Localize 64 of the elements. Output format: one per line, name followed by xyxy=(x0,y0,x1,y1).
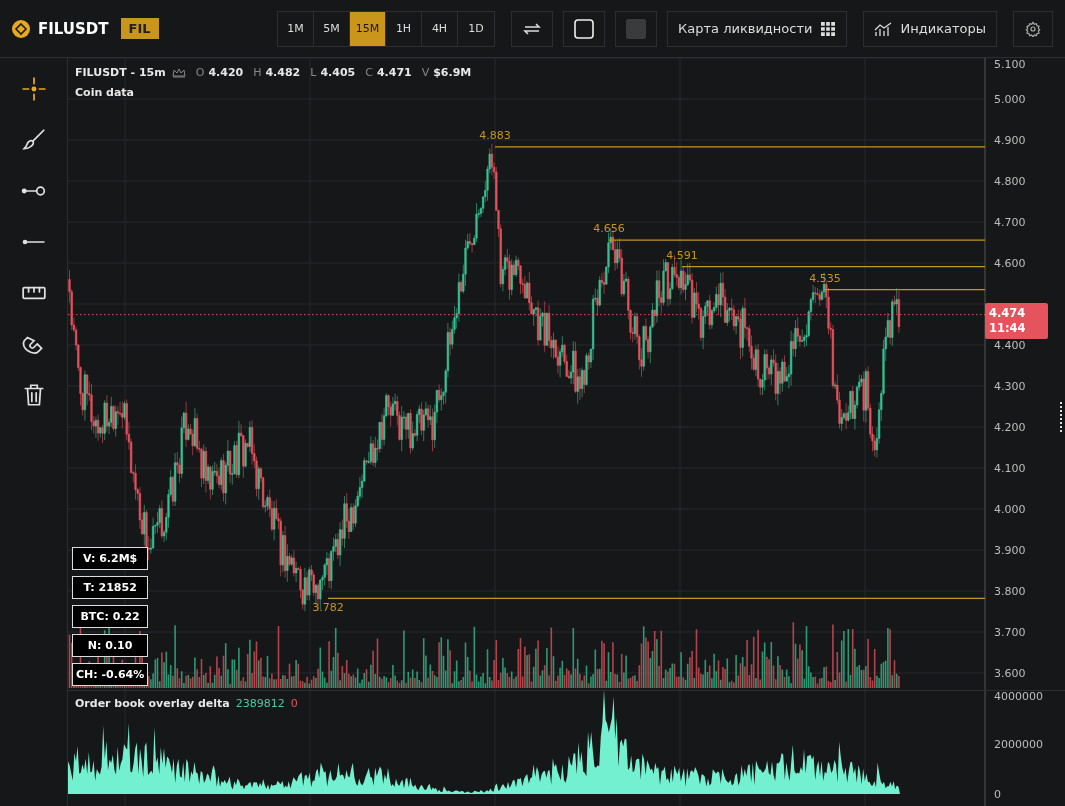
ohlc-value: 4.482 xyxy=(265,66,301,79)
price-axis-label: 3.900 xyxy=(994,544,1026,557)
delta-positive-value: 2389812 xyxy=(235,697,285,710)
symbol-name: FILUSDT xyxy=(38,19,109,38)
coin-data-label: Coin data xyxy=(75,86,136,99)
ohlc-value: 4.420 xyxy=(208,66,244,79)
price-level-label: 4.883 xyxy=(479,128,511,142)
resize-handle-icon[interactable] xyxy=(1060,402,1062,432)
price-axis-label: 4.900 xyxy=(994,134,1026,147)
horizontal-line-icon xyxy=(20,238,47,246)
settings-button[interactable] xyxy=(1013,10,1053,47)
last-price-tag: 4.474 11:44 xyxy=(985,303,1048,339)
indicators-button[interactable]: Индикаторы xyxy=(863,10,997,47)
price-axis-label: 3.700 xyxy=(994,626,1026,639)
price-axis-label: 5.000 xyxy=(994,93,1026,106)
settings-icon xyxy=(1025,20,1041,37)
price-axis-label: 4.600 xyxy=(994,257,1026,270)
stat-box: T: 21852 xyxy=(72,576,149,599)
stat-box: BTC: 0.22 xyxy=(72,605,149,628)
crown-icon xyxy=(171,66,186,79)
delta-title: Order book overlay delta xyxy=(75,697,230,710)
delta-axis-label: 4000000 xyxy=(994,691,1043,703)
square-filled-icon xyxy=(626,18,646,39)
square-outline-icon xyxy=(574,18,594,39)
coin-logo-icon xyxy=(12,19,30,38)
chart-line-icon xyxy=(874,20,893,37)
ohlc-key: V xyxy=(421,66,430,79)
stat-box: CH: -0.64% xyxy=(72,663,149,686)
price-axis-label: 3.800 xyxy=(994,585,1026,598)
price-level-label: 4.591 xyxy=(666,248,698,262)
ohlc-key: C xyxy=(365,66,373,79)
price-axis-label: 4.000 xyxy=(994,503,1026,516)
price-axis-label: 5.100 xyxy=(994,58,1026,71)
swap-arrows-icon xyxy=(522,20,542,37)
delta-axis-label: 2000000 xyxy=(994,737,1043,751)
delta-negative-value: 0 xyxy=(290,697,298,710)
price-axis-label: 4.400 xyxy=(994,339,1026,352)
swap-button[interactable] xyxy=(511,10,553,47)
stat-box: N: 0.10 xyxy=(72,634,149,657)
ohlc-key: O xyxy=(195,66,205,79)
grid-icon xyxy=(820,20,837,37)
symbol-badge: FIL xyxy=(120,18,159,39)
delta-axis-label: 0 xyxy=(994,788,1001,801)
price-axis-label: 4.700 xyxy=(994,216,1026,229)
ohlc-key: H xyxy=(253,66,262,79)
ohlc-value: 4.405 xyxy=(320,66,356,79)
ohlc-key: L xyxy=(310,66,317,79)
empty-square-button[interactable] xyxy=(563,10,605,47)
timeframe-button[interactable]: 15M xyxy=(350,11,386,46)
liquidity-map-button[interactable]: Карта ликвидности xyxy=(667,10,848,47)
price-axis-label: 4.200 xyxy=(994,421,1026,434)
price-axis-label: 4.100 xyxy=(994,462,1026,475)
price-level-label: 4.656 xyxy=(593,222,625,236)
crosshair-icon xyxy=(20,76,47,102)
stat-box: V: 6.2M$ xyxy=(72,547,149,570)
price-axis-label: 3.600 xyxy=(994,667,1026,680)
price-axis-label: 4.300 xyxy=(994,380,1026,393)
chart-title: FILUSDT - 15m xyxy=(75,66,166,79)
ohlc-value: $6.9M xyxy=(433,66,472,79)
ohlc-value: 4.471 xyxy=(376,66,412,79)
price-axis-label: 4.800 xyxy=(994,175,1026,188)
price-level-label: 4.535 xyxy=(809,271,841,285)
price-level-label: 3.782 xyxy=(312,601,344,615)
brush-icon xyxy=(20,127,47,153)
